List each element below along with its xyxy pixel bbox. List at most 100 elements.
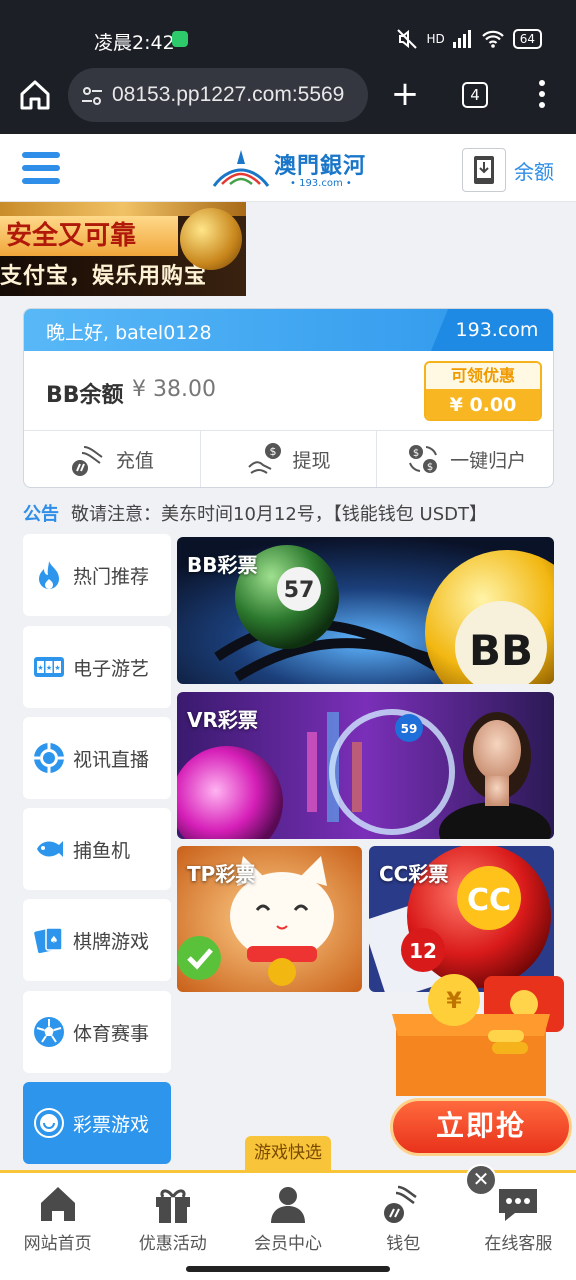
category-label: 视讯直播 xyxy=(73,748,150,771)
withdraw-icon: $ xyxy=(247,443,281,474)
category-label: 体育赛事 xyxy=(73,1022,150,1045)
browser-toolbar: 08153.pp1227.com:5569 + 4 xyxy=(0,64,576,134)
red-packet-promo[interactable]: ¥ 立即抢 xyxy=(384,970,576,1166)
new-tab-button[interactable]: + xyxy=(390,74,420,114)
svg-text:★: ★ xyxy=(54,664,60,672)
game-tile-tp-lottery[interactable]: TP彩票 xyxy=(177,846,362,992)
close-promo-icon[interactable]: ✕ xyxy=(465,1164,497,1196)
address-bar[interactable]: 08153.pp1227.com:5569 xyxy=(68,68,368,122)
svg-text:$: $ xyxy=(269,445,276,458)
claimable-promo-button[interactable]: 可领优惠 ¥ 0.00 xyxy=(424,361,542,421)
tab-switcher-button[interactable]: 4 xyxy=(462,82,488,108)
system-icons: HD 64 xyxy=(396,28,542,50)
site-header: 澳門銀河 • 193.com • 余额 xyxy=(0,134,576,202)
nav-member-center[interactable]: 会员中心 xyxy=(230,1173,345,1256)
category-lottery[interactable]: 彩票游戏 xyxy=(23,1082,171,1164)
svg-text:BB: BB xyxy=(469,626,533,675)
flame-icon xyxy=(39,561,59,589)
category-cards[interactable]: ♠ 棋牌游戏 xyxy=(23,899,171,981)
game-tile-bb-lottery[interactable]: 57 BB BB彩票 xyxy=(177,537,554,684)
logo-name: 澳門銀河 xyxy=(274,153,367,179)
logo-mark-icon xyxy=(212,150,270,187)
status-bar: 凌晨2:42 HD 64 xyxy=(0,0,576,64)
clock: 凌晨2:42 xyxy=(94,32,175,54)
playing-cards-icon: ♠ xyxy=(34,927,63,954)
category-hot[interactable]: 热门推荐 xyxy=(23,534,171,616)
svg-text:★: ★ xyxy=(46,664,52,672)
balance-value: ¥ 38.00 xyxy=(132,377,216,402)
download-icon xyxy=(474,156,494,184)
gesture-bar xyxy=(0,1256,576,1280)
house-icon xyxy=(40,1187,75,1221)
withdraw-button[interactable]: $ 提现 xyxy=(201,431,378,487)
nav-label: 优惠活动 xyxy=(138,1234,207,1254)
announcement-bar[interactable]: 公告 敬请注意：美东时间10月12号，【钱能钱包 USDT】 xyxy=(23,496,554,526)
one-click-transfer-button[interactable]: $ $ 一键归户 xyxy=(377,431,553,487)
nav-label: 在线客服 xyxy=(484,1234,553,1254)
mute-icon xyxy=(397,29,418,49)
banner-subline: 支付宝，娱乐用购宝 xyxy=(0,264,208,289)
menu-icon[interactable] xyxy=(22,152,60,186)
transfer-icon: $$ xyxy=(409,445,438,473)
account-actions: 充值 $ 提现 $ $ 一键归户 xyxy=(24,431,553,487)
site-settings-icon[interactable] xyxy=(80,84,104,108)
deposit-button[interactable]: 充值 xyxy=(24,431,201,487)
category-live[interactable]: 视讯直播 xyxy=(23,717,171,799)
promo-banner[interactable]: 安全又可靠 支付宝，娱乐用购宝 xyxy=(0,202,246,296)
balance-label: BB余额 xyxy=(46,383,124,408)
lottery-ball-icon xyxy=(34,1108,64,1138)
category-slots[interactable]: ★ ★ ★ 电子游艺 xyxy=(23,626,171,708)
gold-coin-image xyxy=(180,208,242,270)
svg-text:♠: ♠ xyxy=(50,935,59,946)
nav-home[interactable]: 网站首页 xyxy=(0,1173,115,1256)
home-icon[interactable] xyxy=(18,78,52,112)
category-label: 电子游艺 xyxy=(73,657,150,680)
nav-label: 网站首页 xyxy=(23,1234,92,1254)
red-packet-icon: ¥ xyxy=(392,974,564,1096)
deposit-label: 充值 xyxy=(115,449,154,472)
promo-label: 可领优惠 xyxy=(426,363,540,389)
battery-indicator: 64 xyxy=(512,29,542,49)
svg-text:$: $ xyxy=(427,462,433,473)
quick-game-select-tab[interactable]: 游戏快选 xyxy=(245,1136,331,1170)
casino-chip-icon xyxy=(34,743,64,773)
svg-text:57: 57 xyxy=(284,578,315,603)
grab-now-button[interactable]: 立即抢 xyxy=(390,1098,572,1156)
account-card: 晚上好, batel0128 193.com BB余额 ¥ 38.00 可领优惠… xyxy=(23,308,554,488)
soccer-ball-icon xyxy=(34,1017,64,1047)
game-title: TP彩票 xyxy=(187,862,256,886)
promo-value: ¥ 0.00 xyxy=(426,389,540,419)
signal-icon xyxy=(452,30,471,48)
game-tile-vr-lottery[interactable]: 59 VR彩票 xyxy=(177,692,554,839)
game-title: BB彩票 xyxy=(187,553,258,577)
nav-label: 钱包 xyxy=(386,1234,421,1254)
account-card-header: 晚上好, batel0128 193.com xyxy=(24,309,553,351)
more-menu-icon[interactable] xyxy=(536,80,548,110)
site-domain: 193.com xyxy=(431,309,553,351)
category-fishing[interactable]: 捕鱼机 xyxy=(23,808,171,890)
announcement-label: 公告 xyxy=(23,504,59,525)
chat-bubble-icon xyxy=(499,1189,538,1221)
game-title: CC彩票 xyxy=(379,862,449,886)
url-text: 08153.pp1227.com:5569 xyxy=(112,83,345,106)
svg-text:$: $ xyxy=(413,448,419,459)
svg-text:¥: ¥ xyxy=(446,989,462,1014)
site-logo[interactable]: 澳門銀河 • 193.com • xyxy=(210,144,370,194)
balance-link[interactable]: 余额 xyxy=(514,156,554,185)
network-type: HD xyxy=(426,32,445,46)
category-label: 棋牌游戏 xyxy=(73,930,150,953)
svg-text:59: 59 xyxy=(401,722,418,736)
svg-text:★: ★ xyxy=(37,664,43,672)
fish-icon xyxy=(37,841,63,857)
wallet-icon xyxy=(384,1185,417,1223)
download-app-button[interactable] xyxy=(462,148,506,192)
greeting: 晚上好, batel0128 xyxy=(46,322,212,344)
svg-text:CC: CC xyxy=(467,883,511,918)
nav-wallet[interactable]: 钱包 xyxy=(346,1173,461,1256)
category-label: 热门推荐 xyxy=(73,565,150,588)
nav-promotions[interactable]: 优惠活动 xyxy=(115,1173,230,1256)
gift-icon xyxy=(155,1189,190,1223)
wifi-icon xyxy=(481,30,504,48)
category-sports[interactable]: 体育赛事 xyxy=(23,991,171,1073)
game-title: VR彩票 xyxy=(187,708,258,732)
